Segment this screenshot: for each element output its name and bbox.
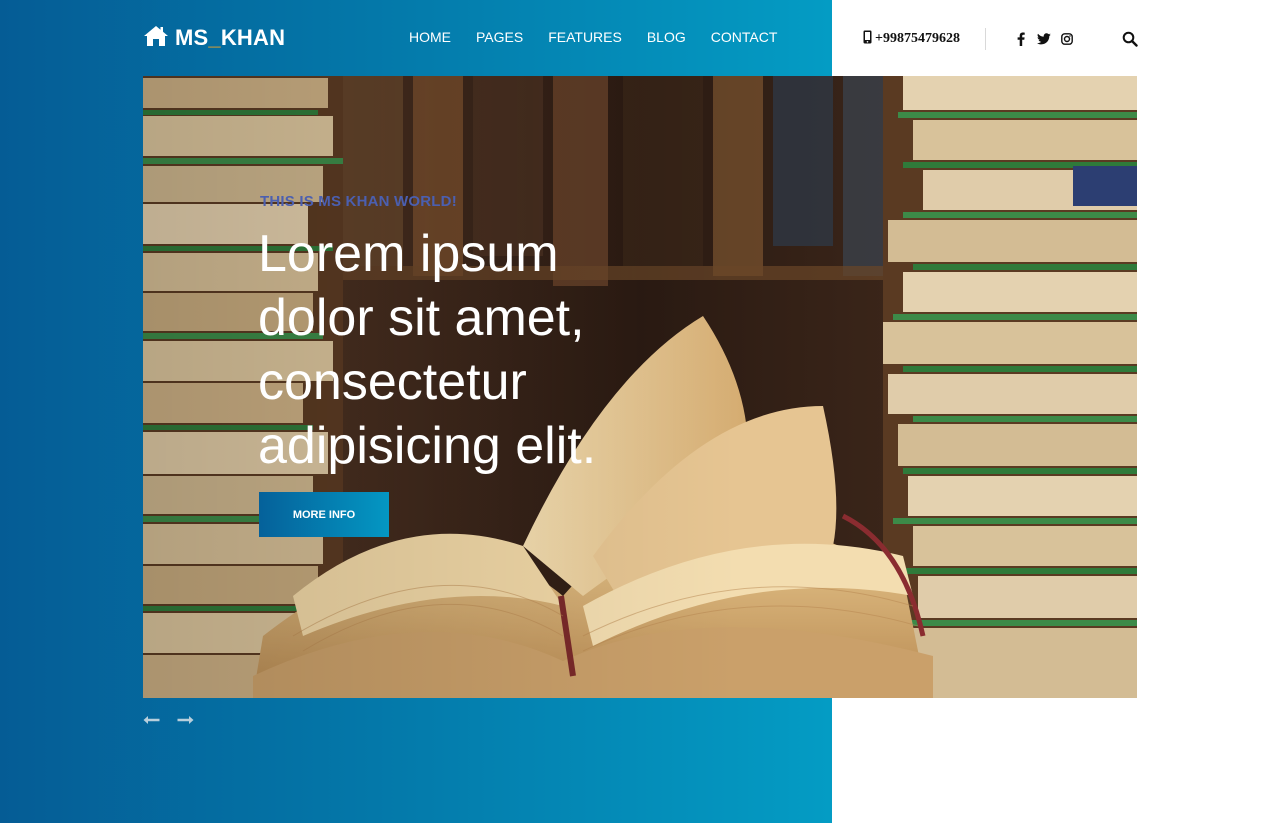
slider-controls [143,713,195,727]
arrow-right-icon[interactable] [177,713,195,727]
headline-line-2: dolor sit amet, [258,289,585,347]
phone-number: +99875479628 [875,31,960,46]
search-icon[interactable] [1122,31,1138,47]
logo-underscore: _ [208,25,221,50]
facebook-icon[interactable] [1014,31,1028,47]
headline-line-3: consectetur [258,353,527,411]
logo-suffix: KHAN [220,25,286,50]
nav-blog[interactable]: BLOG [647,29,686,47]
headline-line-4: adipisicing elit. [258,417,597,475]
nav-pages[interactable]: PAGES [476,29,523,47]
hero-kicker: THIS IS MS KHAN WORLD! [260,193,457,210]
nav-home[interactable]: HOME [409,29,451,47]
logo-prefix: MS [175,25,209,50]
instagram-icon[interactable] [1060,31,1074,47]
arrow-left-icon[interactable] [143,713,161,727]
site-logo[interactable]: MS_KHAN [143,24,285,52]
phone-contact[interactable]: +99875479628 [863,30,960,48]
more-info-button[interactable]: MORE INFO [259,492,389,537]
main-nav: HOME PAGES FEATURES BLOG CONTACT [409,29,777,47]
nav-features[interactable]: FEATURES [548,29,622,47]
headline-line-1: Lorem ipsum [258,225,559,283]
mobile-icon [863,30,872,49]
social-links [1014,31,1074,47]
home-icon [143,25,169,52]
nav-contact[interactable]: CONTACT [711,29,778,47]
header-divider [985,28,986,50]
hero-headline: Lorem ipsum dolor sit amet, consectetur … [258,222,658,478]
twitter-icon[interactable] [1037,31,1051,47]
logo-text: MS_KHAN [175,25,285,51]
